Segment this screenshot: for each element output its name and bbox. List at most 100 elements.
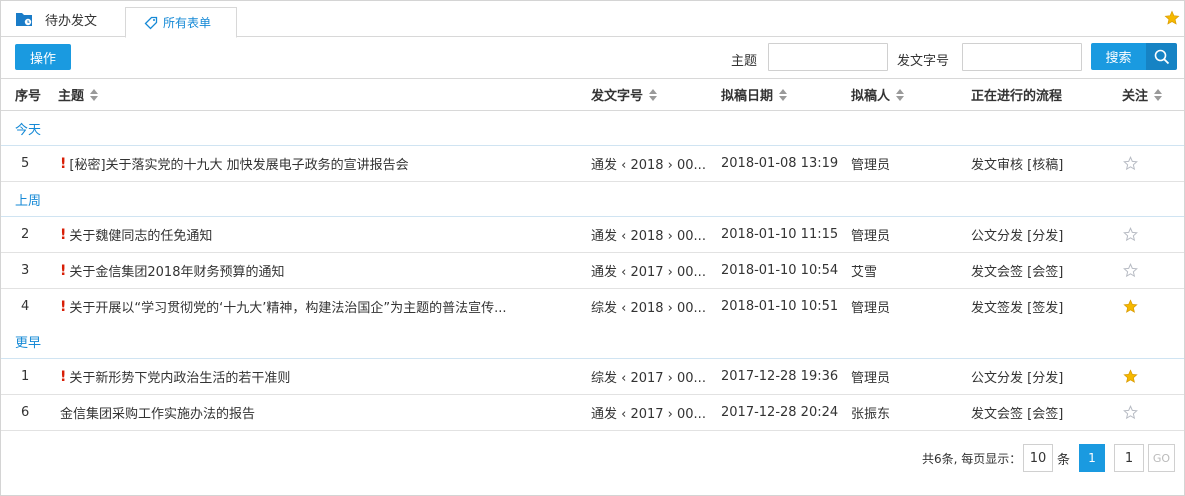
col-label: 拟稿人 <box>851 89 891 104</box>
col-label: 拟稿日期 <box>721 89 774 104</box>
cell-subject[interactable]: ! 关于金信集团2018年财务预算的通知 <box>60 253 580 288</box>
col-flow: 正在进行的流程 <box>971 89 1063 104</box>
search-button[interactable]: 搜索 <box>1091 43 1146 70</box>
operation-button[interactable]: 操作 <box>15 44 71 70</box>
subject-text: [秘密]关于落实党的十九大 加快发展电子政务的宣讲报告会 <box>69 158 409 173</box>
toolbar: 操作 主题 发文字号 搜索 <box>1 38 1184 78</box>
cell-date: 2017-12-28 20:24 <box>721 405 839 420</box>
col-subject[interactable]: 主题 <box>58 79 99 110</box>
cell-docno: 综发 ‹ 2017 › 00... <box>591 371 706 386</box>
docno-label: 发文字号 <box>897 54 950 69</box>
table-row[interactable]: 5 ! [秘密]关于落实党的十九大 加快发展电子政务的宣讲报告会 通发 ‹ 201… <box>1 146 1184 182</box>
cell-seq: 6 <box>21 405 30 420</box>
cell-flow: 公文分发 [分发] <box>971 371 1064 386</box>
app-frame: 待办发文 所有表单 操作 主题 发文字号 搜索 序号 主题 发文字号 拟稿日期 … <box>0 0 1185 496</box>
search-icon[interactable] <box>1146 43 1177 70</box>
subject-text: 金信集团采购工作实施办法的报告 <box>60 407 256 422</box>
go-button[interactable]: GO <box>1148 444 1175 472</box>
cell-flow: 发文签发 [签发] <box>971 301 1064 316</box>
sort-icon[interactable] <box>779 88 788 101</box>
pager-summary: 共6条, 每页显示： <box>922 451 1022 466</box>
col-label: 发文字号 <box>591 89 644 104</box>
sort-icon[interactable] <box>649 88 658 101</box>
cell-drafter: 管理员 <box>851 229 891 244</box>
cell-drafter: 张振东 <box>851 407 891 422</box>
col-label: 关注 <box>1122 89 1149 104</box>
col-date[interactable]: 拟稿日期 <box>721 79 788 110</box>
cell-date: 2017-12-28 19:36 <box>721 369 839 384</box>
cell-seq: 4 <box>21 299 30 314</box>
cell-flow: 公文分发 [分发] <box>971 229 1064 244</box>
tab-all-forms[interactable]: 所有表单 <box>125 7 237 38</box>
urgent-icon: ! <box>60 155 67 172</box>
cell-docno: 通发 ‹ 2017 › 00... <box>591 265 706 280</box>
table-row[interactable]: 2 ! 关于魏健同志的任免通知 通发 ‹ 2018 › 00... 2018-01… <box>1 217 1184 253</box>
subject-text: 关于魏健同志的任免通知 <box>69 229 213 244</box>
sort-icon[interactable] <box>896 88 905 101</box>
cell-subject[interactable]: ! 关于新形势下党内政治生活的若干准则 <box>60 359 580 394</box>
urgent-icon: ! <box>60 368 67 385</box>
tab-label: 待办发文 <box>45 13 98 29</box>
cell-docno: 通发 ‹ 2017 › 00... <box>591 407 706 422</box>
follow-star-empty-icon[interactable] <box>1123 395 1138 430</box>
tab-bar: 待办发文 所有表单 <box>1 1 1184 38</box>
cell-drafter: 管理员 <box>851 371 891 386</box>
folder-icon <box>15 11 33 27</box>
subject-label: 主题 <box>731 54 758 69</box>
cell-seq: 2 <box>21 227 30 242</box>
cell-drafter: 管理员 <box>851 158 891 173</box>
cell-subject[interactable]: ! [秘密]关于落实党的十九大 加快发展电子政务的宣讲报告会 <box>60 146 580 181</box>
cell-seq: 1 <box>21 369 30 384</box>
cell-flow: 发文审核 [核稿] <box>971 158 1064 173</box>
follow-star-empty-icon[interactable] <box>1123 253 1138 288</box>
urgent-icon: ! <box>60 226 67 243</box>
col-label: 主题 <box>58 89 85 104</box>
cell-seq: 3 <box>21 263 30 278</box>
group-header-last-week: 上周 <box>1 182 1184 217</box>
cell-date: 2018-01-10 10:51 <box>721 299 839 314</box>
page-size-unit: 条 <box>1057 452 1071 468</box>
sort-icon[interactable] <box>90 88 99 101</box>
sort-icon[interactable] <box>1154 88 1163 101</box>
follow-star-empty-icon[interactable] <box>1123 146 1138 181</box>
subject-text: 关于新形势下党内政治生活的若干准则 <box>69 371 291 386</box>
current-page-button[interactable]: 1 <box>1079 444 1105 472</box>
cell-subject[interactable]: ! 关于开展以“学习贯彻党的‘十九大’精神，构建法治国企”为主题的普法宣传... <box>60 289 580 324</box>
follow-star-filled-icon[interactable] <box>1123 289 1138 324</box>
urgent-icon: ! <box>60 262 67 279</box>
cell-docno: 通发 ‹ 2018 › 00... <box>591 229 706 244</box>
cell-docno: 综发 ‹ 2018 › 00... <box>591 301 706 316</box>
table-row[interactable]: 1 ! 关于新形势下党内政治生活的若干准则 综发 ‹ 2017 › 00... 2… <box>1 359 1184 395</box>
tag-icon <box>144 16 158 30</box>
urgent-icon: ! <box>60 298 67 315</box>
cell-flow: 发文会签 [会签] <box>971 407 1064 422</box>
cell-subject[interactable]: ! 关于魏健同志的任免通知 <box>60 217 580 252</box>
table-row[interactable]: 6 金信集团采购工作实施办法的报告 通发 ‹ 2017 › 00... 2017… <box>1 395 1184 431</box>
table-header: 序号 主题 发文字号 拟稿日期 拟稿人 正在进行的流程 关注 <box>1 78 1184 111</box>
cell-flow: 发文会签 [会签] <box>971 265 1064 280</box>
favorite-star-icon[interactable] <box>1164 10 1180 26</box>
subject-text: 关于金信集团2018年财务预算的通知 <box>69 265 285 280</box>
goto-page-input[interactable]: 1 <box>1114 444 1144 472</box>
page-size-input[interactable]: 10 <box>1023 444 1053 472</box>
cell-date: 2018-01-10 11:15 <box>721 227 839 242</box>
follow-star-empty-icon[interactable] <box>1123 217 1138 252</box>
col-docno[interactable]: 发文字号 <box>591 79 658 110</box>
cell-date: 2018-01-08 13:19 <box>721 156 839 171</box>
group-header-earlier: 更早 <box>1 324 1184 359</box>
table-row[interactable]: 4 ! 关于开展以“学习贯彻党的‘十九大’精神，构建法治国企”为主题的普法宣传..… <box>1 289 1184 325</box>
tab-pending-docs[interactable]: 待办发文 <box>1 1 126 37</box>
cell-docno: 通发 ‹ 2018 › 00... <box>591 158 706 173</box>
cell-seq: 5 <box>21 156 30 171</box>
table-row[interactable]: 3 ! 关于金信集团2018年财务预算的通知 通发 ‹ 2017 › 00... … <box>1 253 1184 289</box>
col-follow[interactable]: 关注 <box>1122 79 1163 110</box>
cell-drafter: 管理员 <box>851 301 891 316</box>
subject-input[interactable] <box>768 43 888 71</box>
follow-star-filled-icon[interactable] <box>1123 359 1138 394</box>
cell-subject[interactable]: 金信集团采购工作实施办法的报告 <box>60 395 580 430</box>
cell-drafter: 艾雪 <box>851 265 878 280</box>
tab-label: 所有表单 <box>163 16 212 30</box>
docno-input[interactable] <box>962 43 1082 71</box>
col-drafter[interactable]: 拟稿人 <box>851 79 905 110</box>
group-header-today: 今天 <box>1 111 1184 146</box>
